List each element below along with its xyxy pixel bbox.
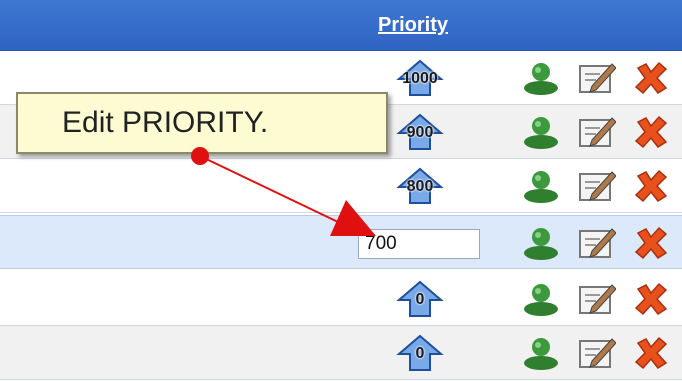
delete-icon[interactable] xyxy=(632,281,670,317)
user-icon[interactable] xyxy=(522,60,560,96)
row-actions xyxy=(522,281,682,317)
edit-icon[interactable] xyxy=(578,225,617,261)
priority-value: 900 xyxy=(406,124,434,141)
priority-value: 0 xyxy=(415,291,425,308)
row-actions xyxy=(522,335,682,371)
priority-cell[interactable]: 0 xyxy=(385,334,455,372)
priority-cell[interactable]: 1000 xyxy=(385,59,455,97)
row-actions xyxy=(522,114,682,150)
edit-icon[interactable] xyxy=(578,335,617,371)
row-actions xyxy=(522,225,682,261)
user-icon[interactable] xyxy=(522,335,560,371)
priority-value: 800 xyxy=(406,178,434,195)
edit-icon[interactable] xyxy=(578,60,617,96)
delete-icon[interactable] xyxy=(632,60,670,96)
delete-icon[interactable] xyxy=(632,114,670,150)
table-row: 800 xyxy=(0,159,682,213)
edit-icon[interactable] xyxy=(578,168,617,204)
delete-icon[interactable] xyxy=(632,225,670,261)
row-actions xyxy=(522,168,682,204)
priority-value: 1000 xyxy=(402,70,438,87)
user-icon[interactable] xyxy=(522,168,560,204)
edit-icon[interactable] xyxy=(578,281,617,317)
annotation-callout: Edit PRIORITY. xyxy=(16,92,388,154)
priority-cell[interactable]: 800 xyxy=(385,167,455,205)
delete-icon[interactable] xyxy=(632,168,670,204)
edit-icon[interactable] xyxy=(578,114,617,150)
delete-icon[interactable] xyxy=(632,335,670,371)
row-actions xyxy=(522,60,682,96)
user-icon[interactable] xyxy=(522,281,560,317)
table-row: 0 xyxy=(0,326,682,380)
annotation-text: Edit PRIORITY. xyxy=(62,106,269,139)
user-icon[interactable] xyxy=(522,114,560,150)
table-row: 0 xyxy=(0,272,682,326)
priority-cell[interactable]: 900 xyxy=(385,113,455,151)
priority-value: 0 xyxy=(415,345,425,362)
priority-cell[interactable]: 0 xyxy=(385,280,455,318)
user-icon[interactable] xyxy=(522,225,560,261)
priority-input[interactable] xyxy=(358,229,480,259)
table-row-editing xyxy=(0,215,682,269)
table-header: Priority xyxy=(0,0,682,51)
priority-column-header[interactable]: Priority xyxy=(348,14,478,37)
